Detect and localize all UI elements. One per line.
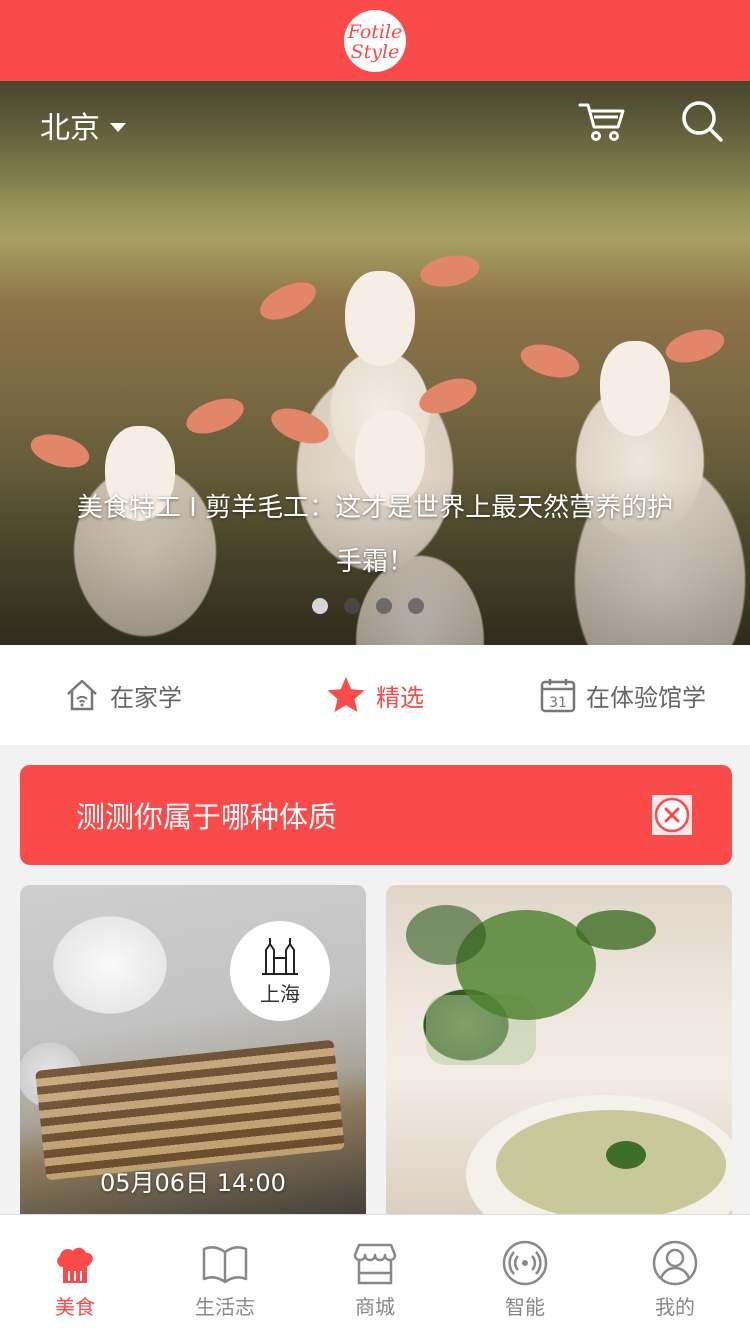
svg-text:31: 31: [549, 695, 567, 711]
tab-featured[interactable]: 精选: [326, 675, 424, 715]
city-label: 北京: [40, 111, 100, 146]
tab-experience-hall[interactable]: 31 在体验馆学: [540, 677, 706, 713]
nav-label: 智能: [505, 1295, 545, 1319]
hero-banner[interactable]: 北京 美食特工 I 剪羊毛工：这才是世界上最天然营养的护手霜！: [0, 81, 750, 645]
tab-label: 在体验馆学: [586, 683, 706, 712]
tab-label: 精选: [376, 683, 424, 712]
carousel-dot[interactable]: [344, 598, 360, 614]
nav-mall[interactable]: 商城: [300, 1215, 450, 1334]
recipe-card[interactable]: 上海 05月06日 14:00: [20, 885, 366, 1225]
nav-label: 我的: [655, 1295, 695, 1319]
card-image-cake: [35, 1039, 345, 1181]
home-wifi-icon: [67, 679, 97, 711]
city-towers-icon: [262, 937, 298, 975]
nav-me[interactable]: 我的: [600, 1215, 750, 1334]
close-icon[interactable]: [652, 795, 692, 835]
app-root: Fotile Style 北京 美食特工 I 剪羊毛工：这才是世界上最天然营养的…: [0, 0, 750, 1334]
smart-device-icon: [502, 1240, 548, 1286]
category-tabs: 在家学 精选 31 在体验馆学: [0, 645, 750, 745]
brand-logo: Fotile Style: [344, 9, 406, 72]
carousel-dot[interactable]: [376, 598, 392, 614]
quiz-text: 测测你属于哪种体质: [76, 800, 338, 834]
hero-caption: 美食特工 I 剪羊毛工：这才是世界上最天然营养的护手霜！: [76, 493, 674, 577]
nav-label: 美食: [55, 1295, 95, 1319]
tab-label: 在家学: [110, 683, 182, 712]
chevron-down-icon: [110, 122, 126, 132]
nav-label: 生活志: [195, 1295, 255, 1319]
user-icon: [652, 1240, 698, 1286]
chef-hat-icon: [57, 1247, 93, 1283]
city-selector[interactable]: 北京: [40, 103, 126, 147]
quiz-banner[interactable]: 测测你属于哪种体质: [20, 765, 732, 865]
sheep-face: [345, 271, 415, 366]
nav-smart[interactable]: 智能: [450, 1215, 600, 1334]
svg-text:Style: Style: [351, 41, 400, 63]
star-icon: [327, 677, 365, 712]
nav-lifestyle[interactable]: 生活志: [150, 1215, 300, 1334]
card-time: 05月06日 14:00: [100, 1169, 286, 1197]
shop-icon: [353, 1243, 397, 1285]
carousel-dot[interactable]: [408, 598, 424, 614]
sheep-face: [600, 341, 670, 436]
card-image-soup: [406, 905, 732, 1225]
nav-food[interactable]: 美食: [0, 1215, 150, 1334]
city-badge: 上海: [230, 921, 330, 1021]
top-bar: Fotile Style: [0, 0, 750, 81]
carousel-dots: [312, 598, 424, 614]
book-icon: [202, 1246, 248, 1284]
cart-icon[interactable]: [578, 99, 626, 143]
calendar-icon: 31: [540, 679, 576, 713]
nav-label: 商城: [355, 1295, 395, 1319]
carousel-dot[interactable]: [312, 598, 328, 614]
bottom-nav: 美食 生活志 商城 智能 我的: [0, 1214, 750, 1334]
tab-home-learning[interactable]: 在家学: [64, 677, 182, 713]
badge-city-label: 上海: [260, 981, 300, 1006]
svg-text:Fotile: Fotile: [347, 21, 403, 43]
recipe-card[interactable]: [386, 885, 732, 1225]
search-icon[interactable]: [680, 99, 724, 143]
